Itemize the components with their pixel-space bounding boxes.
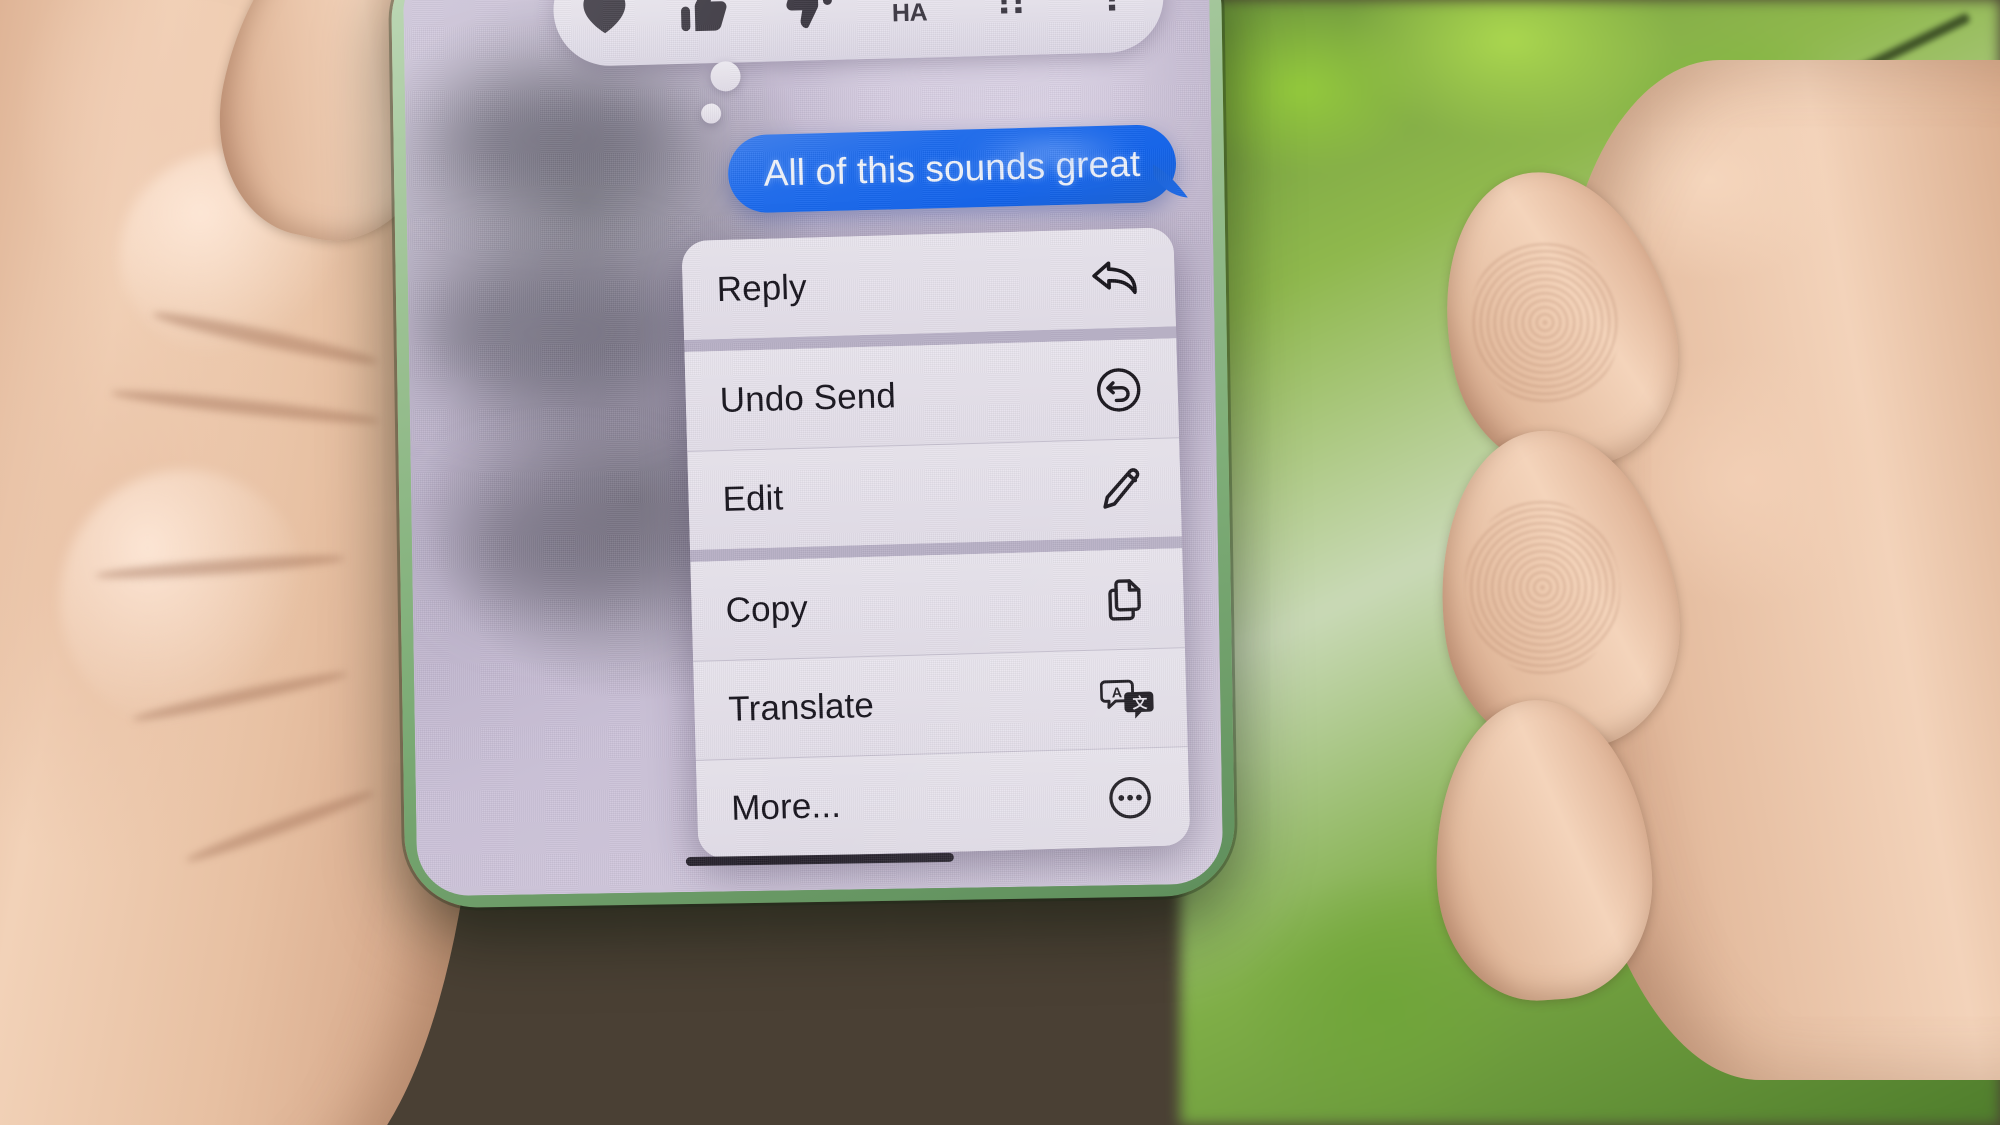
tapback-thumbs-up-button[interactable]: [668, 0, 744, 45]
tapback-tail-dot-small: [700, 103, 722, 124]
reply-arrow-icon: [1086, 249, 1146, 309]
menu-group-reply: Reply: [681, 227, 1176, 341]
question-icon: ?: [1099, 0, 1127, 21]
thumbs-up-icon: [678, 0, 733, 37]
svg-text:A: A: [1112, 685, 1123, 701]
wallpaper-blob: [450, 476, 683, 610]
haha-line-2: HA: [891, 0, 928, 28]
exclamation-icon: !!: [996, 0, 1026, 24]
menu-item-edit[interactable]: Edit: [687, 437, 1182, 550]
message-context-menu[interactable]: Reply Undo Send Edit Copy Translate A 文 …: [681, 227, 1191, 859]
iphone-device: HA HA !! ? All of this sounds great: [390, 0, 1236, 909]
tapback-thumbs-down-button[interactable]: [770, 0, 846, 43]
tapback-exclamation-button[interactable]: !!: [973, 0, 1049, 37]
thumbs-down-icon: [780, 0, 835, 34]
phone-screen[interactable]: HA HA !! ? All of this sounds great: [402, 0, 1224, 897]
menu-item-label: Copy: [725, 588, 809, 630]
menu-item-copy[interactable]: Copy: [690, 548, 1185, 661]
tapback-heart-button[interactable]: [566, 0, 642, 48]
tapback-question-button[interactable]: ?: [1074, 0, 1150, 35]
bubble-tail: [1153, 163, 1194, 204]
photo-scene: HA HA !! ? All of this sounds great: [0, 0, 2000, 1125]
menu-item-label: Reply: [716, 267, 808, 309]
menu-item-label: Edit: [722, 477, 784, 519]
sent-message-bubble[interactable]: All of this sounds great: [727, 123, 1177, 214]
translate-icon: A 文: [1098, 669, 1158, 729]
message-text: All of this sounds great: [763, 142, 1141, 194]
copy-documents-icon: [1095, 570, 1155, 630]
wallpaper-blob: [434, 76, 677, 200]
tapback-haha-button[interactable]: HA HA: [871, 0, 947, 40]
menu-item-label: Undo Send: [719, 375, 897, 420]
svg-text:文: 文: [1132, 693, 1147, 711]
menu-group-edit: Undo Send Edit: [684, 338, 1182, 550]
pencil-icon: [1092, 459, 1152, 519]
haha-text-icon: HA HA: [891, 0, 928, 28]
wallpaper-blob: [417, 255, 690, 411]
menu-item-reply[interactable]: Reply: [681, 227, 1176, 341]
menu-group-actions: Copy Translate A 文 More...: [690, 548, 1191, 859]
menu-item-label: More...: [730, 785, 842, 828]
undo-circle-icon: [1089, 360, 1149, 420]
menu-item-undo-send[interactable]: Undo Send: [684, 338, 1180, 451]
menu-item-label: Translate: [727, 685, 875, 729]
heart-icon: [576, 0, 633, 37]
menu-item-more[interactable]: More...: [695, 746, 1191, 859]
tapback-tail-dot-large: [710, 61, 741, 92]
menu-item-translate[interactable]: Translate A 文: [693, 647, 1188, 760]
ellipsis-circle-icon: [1100, 767, 1160, 827]
